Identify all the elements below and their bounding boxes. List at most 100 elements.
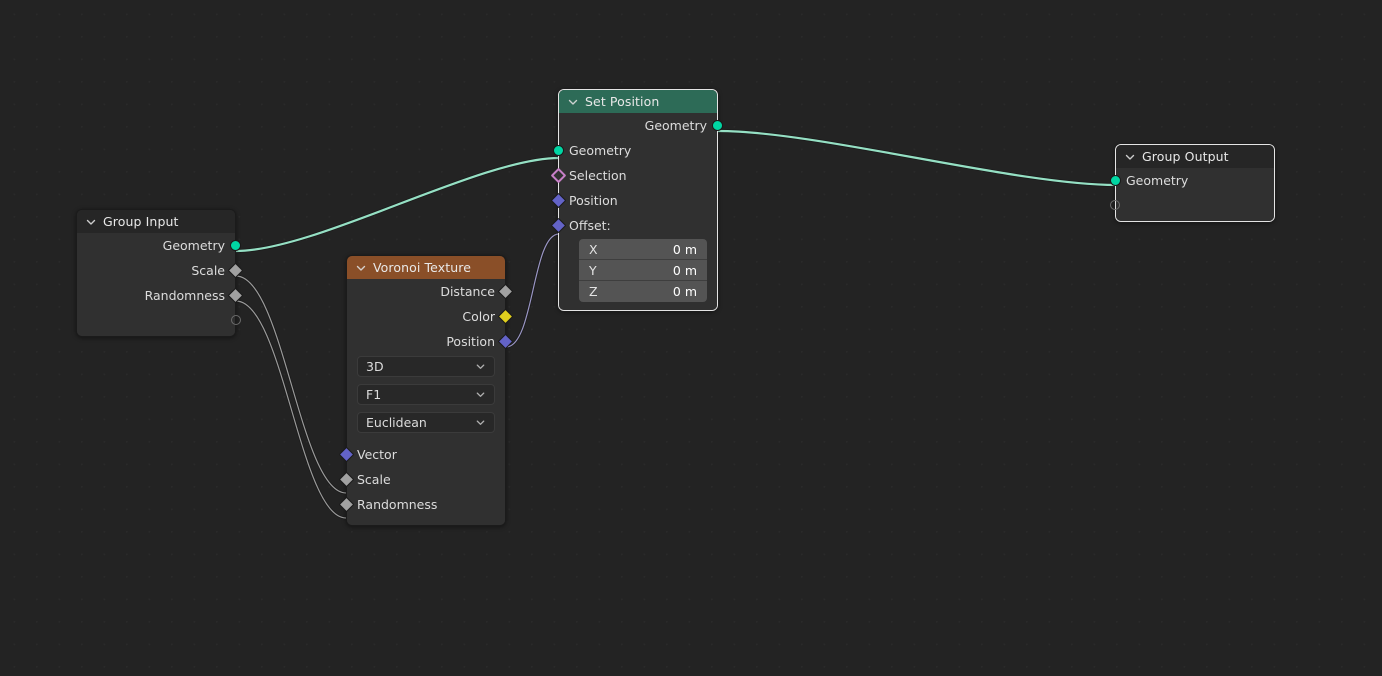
dropdown-value: F1: [366, 387, 382, 402]
socket-voronoi-texture-randomness[interactable]: [338, 496, 355, 513]
socket-voronoi-texture-color[interactable]: [497, 308, 514, 325]
socket-voronoi-texture-vector[interactable]: [338, 446, 355, 463]
socket-row-set-position-offset: Offset:: [550, 213, 717, 238]
node-body-group-output: Geometry: [1110, 168, 1274, 221]
node-group-input[interactable]: Group Input Geometry Scale Randomness: [76, 209, 244, 337]
socket-row-set-position-geometry: Geometry: [559, 113, 723, 138]
chevron-down-icon[interactable]: [85, 216, 97, 228]
socket-label: Geometry: [644, 118, 707, 133]
dropdown-group: 3D F1 Euclidean: [347, 354, 505, 442]
node-editor-canvas[interactable]: Group Input Geometry Scale Randomness Vorono…: [0, 0, 1382, 676]
link-group-input-randomness-to-voronoi-randomness[interactable]: [235, 300, 347, 519]
chevron-down-icon: [476, 420, 485, 425]
socket-label: Position: [446, 334, 495, 349]
field-value: 0 m: [672, 241, 697, 257]
socket-label: Scale: [357, 472, 391, 487]
socket-row-group-output-geometry: Geometry: [1110, 168, 1274, 193]
field-axis-label: Y: [589, 262, 597, 278]
field-axis-label: Z: [589, 284, 598, 299]
socket-label: Geometry: [1126, 173, 1189, 188]
socket-label: Vector: [357, 447, 397, 462]
socket-row-set-position-geometry: Geometry: [553, 138, 717, 163]
socket-label: Position: [569, 193, 618, 208]
node-header-voronoi-texture[interactable]: Voronoi Texture: [347, 256, 505, 279]
node-body-group-input: Geometry Scale Randomness: [77, 233, 244, 336]
node-header-set-position[interactable]: Set Position: [559, 90, 717, 113]
socket-voronoi-texture-distance[interactable]: [497, 283, 514, 300]
socket-group-output-geometry[interactable]: [1110, 175, 1121, 186]
chevron-down-icon: [476, 364, 485, 369]
link-group-input-geometry-to-set-position-geometry[interactable]: [234, 156, 561, 253]
node-title: Set Position: [585, 94, 660, 109]
socket-row-voronoi-texture-vector: Vector: [338, 442, 505, 467]
socket-label: Scale: [191, 263, 225, 278]
socket-row-group-input-virtual: [77, 308, 241, 328]
offset-field-x[interactable]: X 0 m: [579, 239, 707, 260]
socket-label: Randomness: [357, 497, 438, 512]
socket-label: Color: [462, 309, 495, 324]
dropdown-value: Euclidean: [366, 415, 427, 430]
socket-row-group-output-virtual: [1110, 193, 1274, 213]
socket-group-input-geometry[interactable]: [230, 240, 241, 251]
link-group-input-scale-to-voronoi-scale[interactable]: [235, 275, 347, 494]
chevron-down-icon[interactable]: [1124, 151, 1136, 163]
dropdown-value: 3D: [366, 359, 384, 374]
socket-voronoi-texture-position[interactable]: [497, 333, 514, 350]
node-title: Group Input: [103, 214, 179, 229]
offset-field-y[interactable]: Y 0 m: [579, 260, 707, 281]
link-voronoi-position-to-set-position-offset-shadow: [504, 232, 561, 349]
socket-set-position-geometry[interactable]: [712, 120, 723, 131]
socket-row-voronoi-texture-randomness: Randomness: [338, 492, 505, 517]
link-group-input-geometry-to-set-position-geometry-shadow: [234, 156, 561, 253]
link-group-input-randomness-to-voronoi-randomness-shadow: [234, 299, 348, 520]
offset-vector-fields: X 0 m Y 0 m Z 0 m: [579, 239, 707, 302]
link-voronoi-position-to-set-position-offset[interactable]: [505, 233, 560, 348]
link-set-position-geometry-to-group-output-geometry-shadow: [716, 129, 1118, 187]
socket-set-position-position[interactable]: [550, 192, 567, 209]
socket-row-voronoi-texture-position: Position: [347, 329, 514, 354]
socket-set-position-geometry[interactable]: [553, 145, 564, 156]
node-title: Voronoi Texture: [373, 260, 472, 275]
chevron-down-icon: [476, 392, 485, 397]
socket-group-output-virtual[interactable]: [1110, 200, 1120, 210]
link-group-input-scale-to-voronoi-scale-shadow: [234, 274, 348, 495]
socket-label: Distance: [440, 284, 495, 299]
node-voronoi-texture[interactable]: Voronoi Texture Distance Color Position 3D F1…: [338, 255, 514, 526]
socket-set-position-selection[interactable]: [550, 167, 567, 184]
chevron-down-icon[interactable]: [355, 262, 367, 274]
socket-row-set-position-selection: Selection: [550, 163, 717, 188]
socket-row-group-input-geometry: Geometry: [77, 233, 241, 258]
socket-voronoi-texture-scale[interactable]: [338, 471, 355, 488]
socket-group-input-scale[interactable]: [227, 262, 244, 279]
socket-label: Randomness: [144, 288, 225, 303]
node-header-group-output[interactable]: Group Output: [1116, 145, 1274, 168]
node-group-output[interactable]: Group Output Geometry: [1110, 144, 1275, 222]
socket-row-voronoi-texture-color: Color: [347, 304, 514, 329]
dimensions-dropdown[interactable]: 3D: [357, 356, 495, 377]
offset-field-z[interactable]: Z 0 m: [579, 281, 707, 302]
chevron-down-icon[interactable]: [567, 96, 579, 108]
socket-label: Offset:: [569, 218, 611, 233]
node-header-group-input[interactable]: Group Input: [77, 210, 235, 233]
feature-dropdown[interactable]: F1: [357, 384, 495, 405]
socket-label: Geometry: [569, 143, 632, 158]
field-value: 0 m: [672, 284, 697, 299]
socket-set-position-offset[interactable]: [550, 217, 567, 234]
node-body-set-position: Geometry Geometry Selection Position Offset:…: [550, 113, 723, 310]
socket-label: Geometry: [162, 238, 225, 253]
socket-row-group-input-randomness: Randomness: [77, 283, 244, 308]
socket-label: Selection: [569, 168, 627, 183]
socket-group-input-virtual[interactable]: [231, 315, 241, 325]
field-axis-label: X: [589, 241, 598, 257]
metric-dropdown[interactable]: Euclidean: [357, 412, 495, 433]
socket-row-voronoi-texture-distance: Distance: [347, 279, 514, 304]
socket-row-group-input-scale: Scale: [77, 258, 244, 283]
socket-group-input-randomness[interactable]: [227, 287, 244, 304]
field-value: 0 m: [672, 262, 697, 278]
node-set-position[interactable]: Set Position Geometry Geometry Selection Pos…: [550, 89, 723, 311]
socket-row-voronoi-texture-scale: Scale: [338, 467, 505, 492]
node-title: Group Output: [1142, 149, 1229, 164]
node-body-voronoi-texture: Distance Color Position 3D F1 Euclidean Vector…: [338, 279, 514, 525]
socket-row-set-position-position: Position: [550, 188, 717, 213]
link-set-position-geometry-to-group-output-geometry[interactable]: [716, 129, 1118, 187]
